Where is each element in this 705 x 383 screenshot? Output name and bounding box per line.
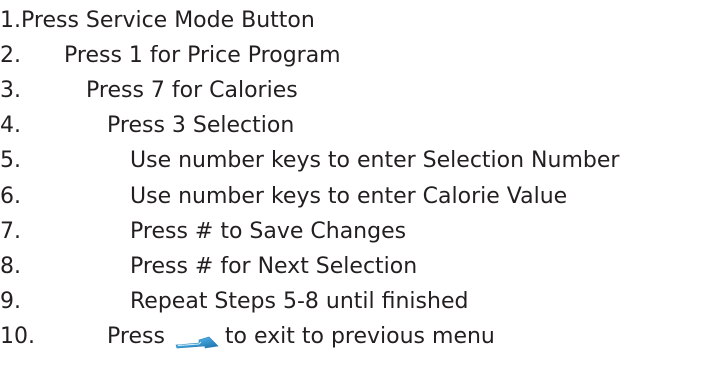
step-number: 5.: [0, 148, 21, 173]
step-number: 6.: [0, 184, 21, 209]
step-number: 2.: [0, 43, 21, 68]
step-text: Press # for Next Selection: [130, 254, 418, 279]
step-text: Press 1 for Price Program: [64, 43, 341, 68]
step-number: 7.: [0, 219, 21, 244]
step-text-before: Press: [107, 324, 165, 349]
step-number: 8.: [0, 254, 21, 279]
step-text: Press Service Mode Button: [21, 8, 315, 33]
step-text: Press 3 Selection: [107, 113, 295, 138]
step-number: 10.: [0, 324, 35, 349]
back-arrow-icon: [175, 326, 219, 349]
step-text: Use number keys to enter Selection Numbe…: [130, 148, 620, 173]
instruction-list: 1. Press Service Mode Button 2. Press 1 …: [0, 0, 705, 383]
step-text: Press 7 for Calories: [86, 78, 298, 103]
step-text: Use number keys to enter Calorie Value: [130, 184, 568, 209]
step-text: Repeat Steps 5-8 until finished: [130, 289, 469, 314]
step-text-after: to exit to previous menu: [224, 324, 495, 349]
step-number: 9.: [0, 289, 21, 314]
step-number: 1.: [0, 8, 21, 33]
step-text: Press to exit to previous menu: [107, 319, 495, 355]
step-number: 4.: [0, 113, 21, 138]
step-text: Press # to Save Changes: [130, 219, 407, 244]
step-number: 3.: [0, 78, 21, 103]
